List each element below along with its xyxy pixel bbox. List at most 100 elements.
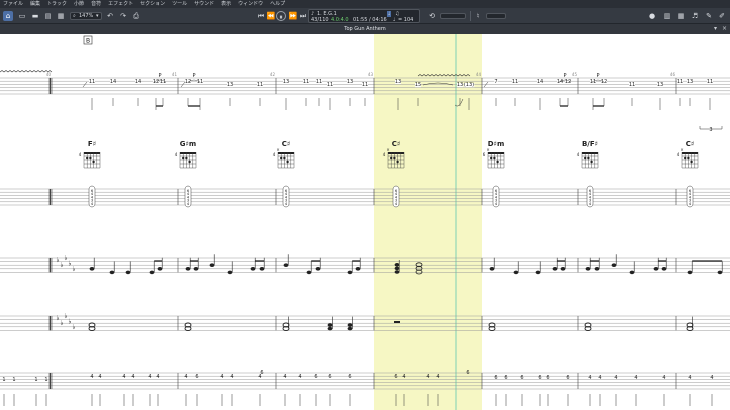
rewind-icon[interactable]: ⏪ xyxy=(266,11,276,21)
note-head xyxy=(611,263,617,267)
tab-note: 14 xyxy=(537,79,543,85)
chord-dot xyxy=(182,156,185,160)
screen-view-icon[interactable]: ▬ xyxy=(30,11,40,21)
bar-number: 40 xyxy=(46,72,52,77)
menu-help[interactable]: ヘルプ xyxy=(270,0,285,8)
bass-tab-note: 6 xyxy=(520,375,523,381)
flat-key-signature: ♭ xyxy=(56,256,59,264)
print-icon[interactable]: ⎙ xyxy=(131,11,141,21)
tab-note: 7 xyxy=(494,79,497,85)
chord-nut xyxy=(682,152,698,154)
bulb-icon[interactable]: ● xyxy=(647,11,657,21)
first-bar-icon[interactable]: ⏮ xyxy=(256,11,266,21)
chord-nut xyxy=(278,152,294,154)
chord-dot xyxy=(684,156,687,160)
song-title: Top Gun Anthem xyxy=(344,26,386,32)
zoom-icon: ⌕ xyxy=(73,13,76,19)
page-view-icon[interactable]: ▭ xyxy=(17,11,27,21)
mixer-icon[interactable]: ▥ xyxy=(662,11,672,21)
tab-note: 14 xyxy=(557,79,563,85)
menu-edit[interactable]: 編集 xyxy=(30,0,40,8)
instrument-icon[interactable]: ♬ xyxy=(690,11,700,21)
flat-key-signature: ♭ xyxy=(56,314,59,322)
menu-sound[interactable]: サウンド xyxy=(194,0,214,8)
bass-tab-note: 6 xyxy=(260,370,263,376)
note-head xyxy=(653,267,659,271)
chord-note-head xyxy=(394,263,400,267)
menu-effects[interactable]: エフェクト xyxy=(108,0,133,8)
undo-icon[interactable]: ↶ xyxy=(105,11,115,21)
bass-tab-note: 4 xyxy=(298,374,301,380)
app-window: ファイル 編集 トラック 小節 音符 エフェクト セクション ツール サウンド … xyxy=(0,0,730,410)
menu-tools[interactable]: ツール xyxy=(172,0,187,8)
volume-slider[interactable] xyxy=(440,13,466,19)
note-head xyxy=(209,263,215,267)
toolbar-divider xyxy=(470,11,471,21)
score-canvas[interactable]: B 40 41 42 43 44 45 46 11 14 14 12 11 12 11 13 11 13 11 1… xyxy=(0,34,730,410)
chord-fret-number: 4 xyxy=(273,152,276,157)
tab-note: 11 xyxy=(512,79,518,85)
bass-tab-note: 6 xyxy=(348,374,351,380)
chord-dot xyxy=(587,156,590,160)
print-view-icon[interactable]: ▤ xyxy=(43,11,53,21)
bass-tab-note: 6 xyxy=(504,375,507,381)
note-head xyxy=(552,267,558,271)
chevron-down-icon[interactable]: ▾ xyxy=(712,25,719,33)
chord-nut xyxy=(488,152,504,154)
pitch-slider[interactable] xyxy=(486,13,506,19)
tab-note: 11 xyxy=(257,82,263,88)
muted-string-mark: × xyxy=(680,147,683,152)
home-icon[interactable]: ⌂ xyxy=(3,11,13,21)
bar-position: 43/110 xyxy=(311,17,329,23)
menu-view[interactable]: 表示 xyxy=(221,0,231,8)
bass-tab-note: 4 xyxy=(220,374,223,380)
redo-icon[interactable]: ↷ xyxy=(118,11,128,21)
menu-window[interactable]: ウィンドウ xyxy=(238,0,263,8)
menu-file[interactable]: ファイル xyxy=(3,0,23,8)
chord-fret-number: 4 xyxy=(383,152,386,157)
edit-icon[interactable]: ✐ xyxy=(717,11,727,21)
score-notation: B 40 41 42 43 44 45 46 11 14 14 12 11 12 1113 1113 11 1… xyxy=(0,34,730,410)
bass-tab-note: 1 xyxy=(12,377,15,383)
staff-lines xyxy=(0,77,730,390)
keyboard-icon[interactable]: ▦ xyxy=(676,11,686,21)
close-icon[interactable]: × xyxy=(721,25,728,33)
menu-section[interactable]: セクション xyxy=(140,0,165,8)
note-head xyxy=(535,270,541,275)
bar-number: 44 xyxy=(476,72,482,77)
chord-dot xyxy=(493,156,496,160)
forward-icon[interactable]: ⏩ xyxy=(288,11,298,21)
zoom-select[interactable]: ⌕ 147% ▾ xyxy=(70,12,102,20)
last-bar-icon[interactable]: ⏭ xyxy=(298,11,308,21)
note-head xyxy=(513,270,519,275)
pen-icon[interactable]: ✎ xyxy=(704,11,714,21)
chord-dot xyxy=(393,156,396,160)
metronome-icon[interactable]: ♩ xyxy=(387,11,392,17)
menu-track[interactable]: トラック xyxy=(47,0,67,8)
tab-note: 11 xyxy=(316,79,322,85)
note-head xyxy=(89,267,95,271)
bar-number: 46 xyxy=(670,72,676,77)
note-head xyxy=(193,267,199,271)
bass-tab-note: 1 xyxy=(44,377,47,383)
layout-icon[interactable]: ▦ xyxy=(56,11,66,21)
note-head xyxy=(585,267,591,271)
bass-tab-note: 1 xyxy=(2,377,5,383)
chord-dot xyxy=(396,160,399,164)
play-pause-icon[interactable]: ⏸ xyxy=(276,11,286,21)
tab-note: 14 xyxy=(110,79,116,85)
chord-dot xyxy=(86,156,89,160)
chord-name: C♯ xyxy=(686,140,695,148)
bass-tab-note: 4 xyxy=(426,374,429,380)
tab-note: 11 xyxy=(327,82,333,88)
tab-note: 15 xyxy=(415,82,421,88)
loop-icon[interactable]: ⟲ xyxy=(427,11,437,21)
palm-mute-label: P xyxy=(563,73,566,79)
bass-tab-note: 4 xyxy=(184,374,187,380)
note-head xyxy=(185,267,191,271)
muted-string-mark: × xyxy=(486,147,489,152)
tab-note: 13 xyxy=(657,82,663,88)
tuner-icon[interactable]: ♮ xyxy=(473,11,483,21)
menu-bar-item[interactable]: 小節 xyxy=(74,0,84,8)
menu-note[interactable]: 音符 xyxy=(91,0,101,8)
